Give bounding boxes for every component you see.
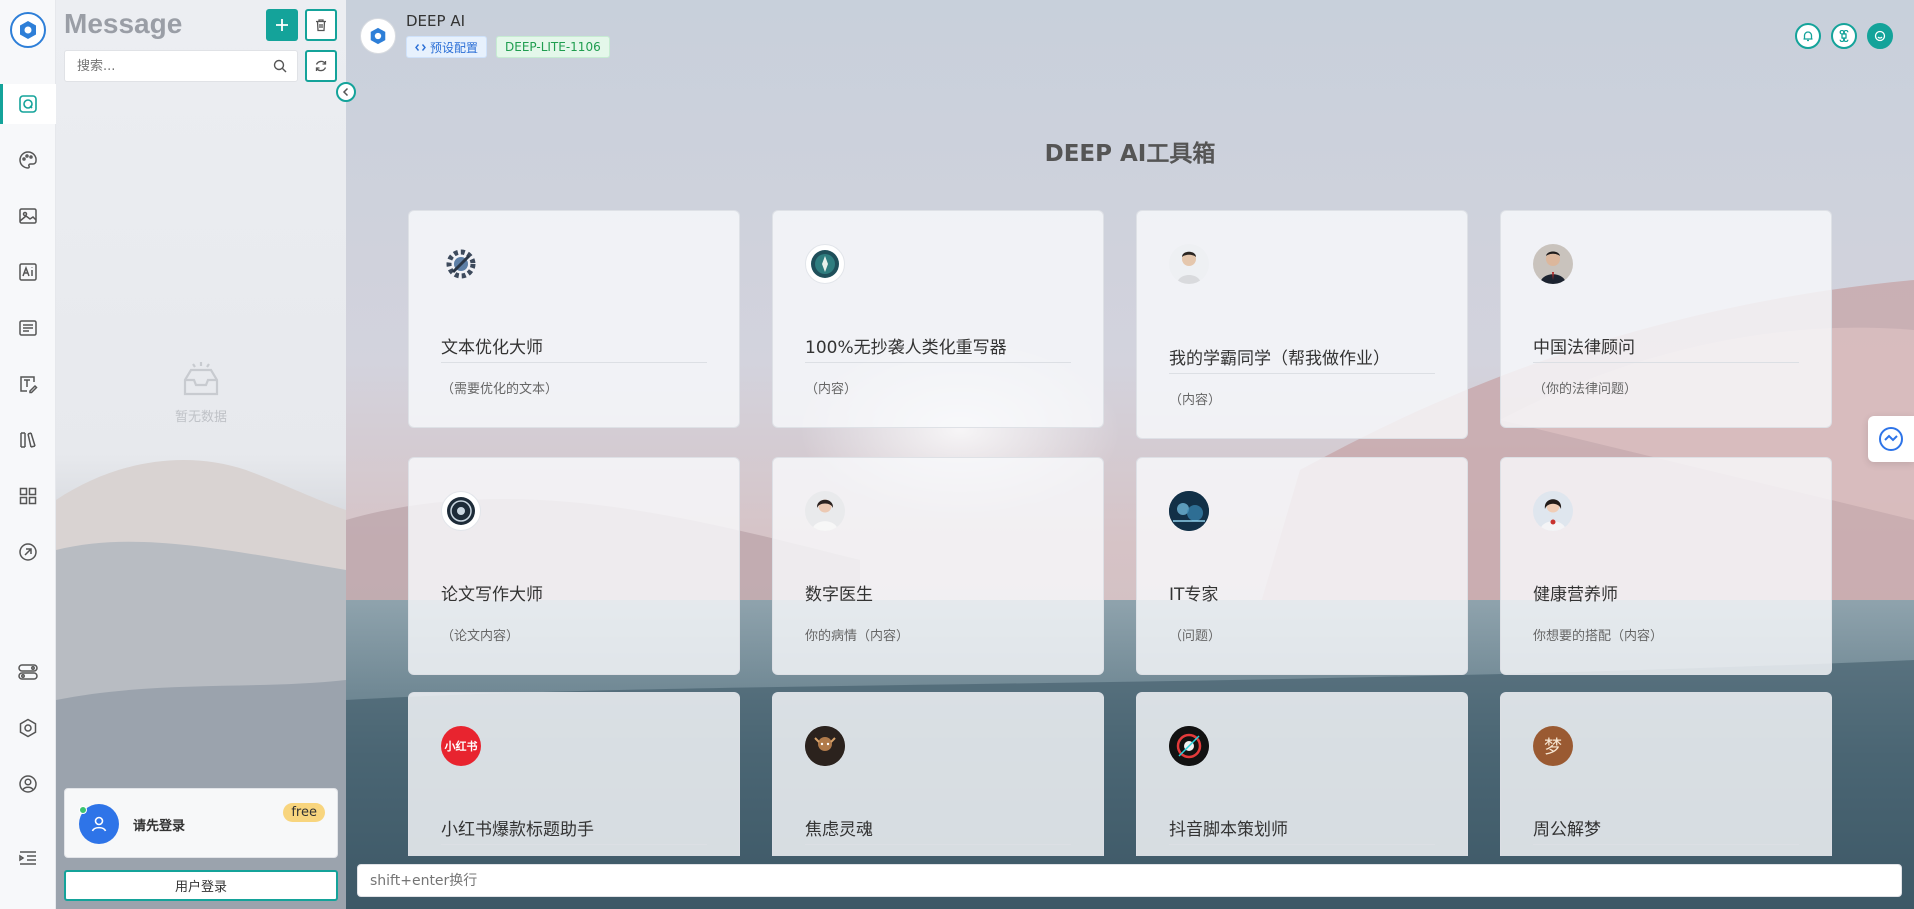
empty-state: 暂无数据	[136, 360, 266, 425]
toggle-icon	[18, 664, 38, 680]
dream-logo: 梦	[1533, 726, 1573, 766]
user-icon	[91, 816, 107, 832]
gear-logo-icon	[441, 244, 481, 284]
refresh-icon	[315, 60, 327, 72]
gear-icon	[19, 718, 37, 738]
library-nav-button[interactable]	[0, 420, 56, 460]
douyin-avatar	[1169, 726, 1209, 766]
card-title: 健康营养师	[1533, 585, 1618, 605]
card-desc: （内容）	[805, 382, 858, 397]
apps-nav-button[interactable]	[0, 476, 56, 516]
grid-icon	[19, 487, 37, 505]
lawyer-avatar	[1533, 244, 1573, 284]
indent-icon	[19, 851, 36, 865]
tool-card-grid: 文本优化大师 （需要优化的文本） 100%无抄袭人类化重写器 （内容） 我的学霸…	[346, 0, 1914, 856]
card-desc: （需要优化的文本）	[441, 382, 559, 397]
chat-input-box	[357, 864, 1902, 897]
card-desc: （问题）	[1169, 629, 1222, 644]
user-circle-icon	[19, 775, 37, 793]
card-title: IT专家	[1169, 585, 1219, 605]
chat-input[interactable]	[358, 865, 1901, 896]
trash-icon	[316, 19, 326, 32]
new-chat-button[interactable]	[266, 9, 298, 41]
online-status-dot	[79, 806, 87, 814]
card-title: 焦虑灵魂	[805, 820, 873, 840]
image-nav-button[interactable]	[0, 196, 56, 236]
tool-card[interactable]: IT专家 （问题）	[1136, 457, 1468, 675]
tool-card[interactable]: 数字医生 你的病情（内容）	[772, 457, 1104, 675]
profile-nav-button[interactable]	[0, 764, 56, 804]
palette-icon	[19, 151, 37, 169]
text-edit-icon	[20, 376, 38, 394]
card-desc: 你的病情（内容）	[805, 629, 910, 644]
tech-avatar	[1169, 491, 1209, 531]
login-prompt: 请先登录	[133, 819, 186, 834]
image-icon	[19, 208, 37, 224]
chat-icon	[19, 95, 37, 113]
tool-card[interactable]: 我的学霸同学（帮我做作业） （内容）	[1136, 210, 1468, 439]
app-logo-icon[interactable]	[10, 12, 46, 48]
tool-card[interactable]: 小红书 小红书爆款标题助手	[408, 692, 740, 856]
tool-card[interactable]: 中国法律顾问 （你的法律问题）	[1500, 210, 1832, 428]
plugin-nav-button[interactable]	[0, 532, 56, 572]
search-icon[interactable]	[273, 59, 287, 73]
icon-rail	[0, 0, 56, 909]
xiaohongshu-logo: 小红书	[441, 726, 481, 766]
session-panel: Message 暂无数据 请先登录 free 用户登录	[56, 0, 346, 909]
document-nav-button[interactable]	[0, 308, 56, 348]
doctor-avatar	[805, 491, 845, 531]
tool-card[interactable]: 论文写作大师 （论文内容）	[408, 457, 740, 675]
toggle-nav-button[interactable]	[0, 652, 56, 692]
badge-icon	[441, 491, 481, 531]
search-box	[64, 50, 298, 82]
card-desc: （你的法律问题）	[1533, 382, 1638, 397]
tool-card[interactable]: 100%无抄袭人类化重写器 （内容）	[772, 210, 1104, 428]
plugin-icon	[19, 543, 37, 561]
menu-toggle-button[interactable]	[0, 838, 56, 878]
user-login-button[interactable]: 用户登录	[64, 870, 338, 901]
login-card[interactable]: 请先登录 free	[64, 788, 338, 858]
delete-chats-button[interactable]	[305, 9, 337, 41]
settings-nav-button[interactable]	[0, 708, 56, 748]
library-icon	[20, 432, 36, 448]
empty-text: 暂无数据	[174, 410, 227, 425]
document-icon	[19, 320, 37, 336]
card-title: 100%无抄袭人类化重写器	[805, 338, 1007, 358]
emblem-icon	[805, 244, 845, 284]
soul-avatar	[805, 726, 845, 766]
panel-title: Message	[64, 8, 183, 39]
nutritionist-avatar	[1533, 491, 1573, 531]
palette-nav-button[interactable]	[0, 140, 56, 180]
tool-card[interactable]: 文本优化大师 （需要优化的文本）	[408, 210, 740, 428]
card-title: 小红书爆款标题助手	[441, 820, 594, 840]
ai-nav-button[interactable]	[0, 252, 56, 292]
card-title: 周公解梦	[1533, 820, 1601, 840]
tool-card[interactable]: 梦 周公解梦	[1500, 692, 1832, 856]
student-avatar	[1169, 244, 1209, 284]
card-title: 论文写作大师	[441, 585, 543, 605]
card-title: 文本优化大师	[441, 338, 543, 358]
refresh-button[interactable]	[305, 50, 337, 82]
card-desc: （内容）	[1169, 393, 1222, 408]
card-title: 我的学霸同学（帮我做作业）	[1169, 349, 1390, 369]
ai-icon	[19, 263, 37, 281]
card-desc: 你想要的搭配（内容）	[1533, 629, 1664, 644]
tool-card[interactable]: 抖音脚本策划师	[1136, 692, 1468, 856]
chat-nav-button[interactable]	[0, 84, 56, 124]
plus-icon	[276, 19, 288, 31]
tool-card[interactable]: 健康营养师 你想要的搭配（内容）	[1500, 457, 1832, 675]
tool-card[interactable]: 焦虑灵魂	[772, 692, 1104, 856]
empty-inbox-icon	[183, 362, 219, 396]
chevron-left-icon	[342, 87, 349, 97]
card-title: 抖音脚本策划师	[1169, 820, 1288, 840]
plan-badge: free	[283, 803, 325, 822]
collapse-panel-button[interactable]	[336, 82, 356, 102]
edit-nav-button[interactable]	[0, 364, 56, 404]
card-title: 中国法律顾问	[1533, 338, 1635, 358]
card-title: 数字医生	[805, 585, 873, 605]
card-desc: （论文内容）	[441, 629, 520, 644]
search-input[interactable]	[65, 51, 255, 81]
